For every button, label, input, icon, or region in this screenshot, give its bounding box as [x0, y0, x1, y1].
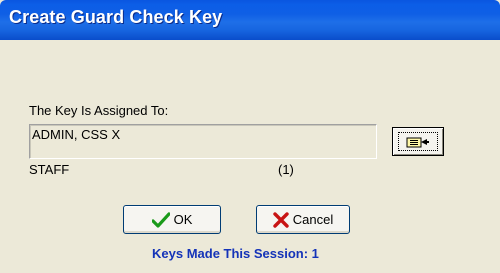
assignee-count: (1)	[278, 162, 294, 177]
assignee-category: STAFF	[29, 162, 70, 177]
select-assignee-button[interactable]	[392, 127, 444, 156]
pointing-hand-icon	[406, 137, 429, 147]
cancel-button[interactable]: Cancel	[256, 205, 350, 234]
ok-button[interactable]: OK	[123, 205, 221, 234]
assigned-to-label: The Key Is Assigned To:	[29, 103, 169, 118]
session-status: Keys Made This Session: 1	[152, 246, 319, 261]
window-title: Create Guard Check Key	[9, 7, 223, 27]
red-x-icon	[273, 211, 289, 228]
green-check-icon	[151, 211, 170, 228]
cancel-label: Cancel	[292, 212, 334, 227]
focus-rect	[398, 132, 438, 151]
assigned-to-value: ADMIN, CSS X	[32, 127, 121, 142]
assigned-to-field: ADMIN, CSS X	[29, 124, 377, 159]
title-bar[interactable]: Create Guard Check Key	[0, 0, 500, 40]
ok-label: OK	[173, 212, 193, 227]
